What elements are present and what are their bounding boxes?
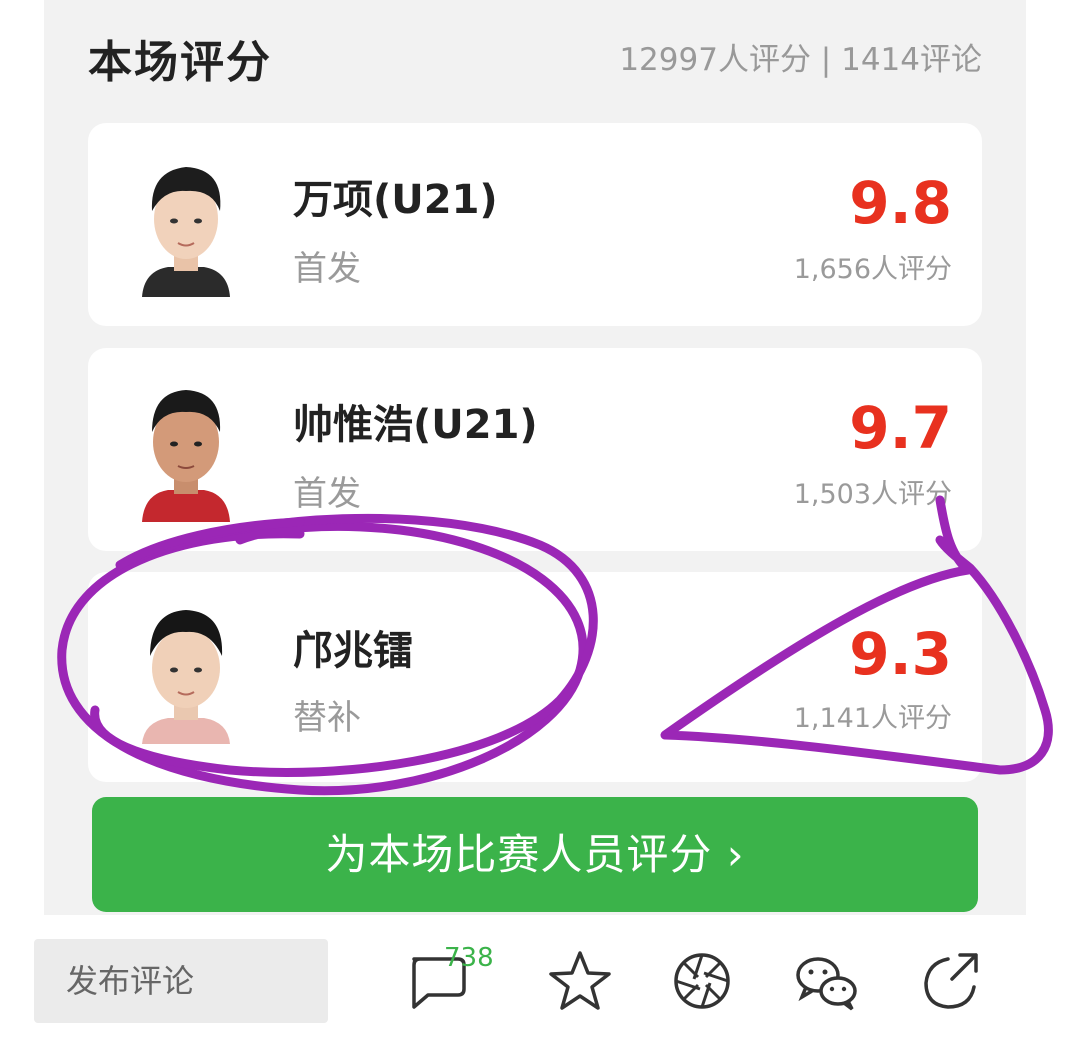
section-title: 本场评分 — [88, 37, 272, 88]
wechat-icon[interactable] — [790, 945, 862, 1017]
player-name: 邝兆镭 — [293, 628, 413, 674]
player-avatar — [138, 151, 234, 297]
moments-icon[interactable] — [666, 945, 738, 1017]
share-icon[interactable] — [914, 945, 986, 1017]
star-icon[interactable] — [544, 945, 616, 1017]
player-card[interactable]: 帅惟浩(U21) 首发 9.7 1,503人评分 — [88, 348, 982, 551]
player-role: 首发 — [293, 474, 361, 514]
rating-stats: 12997人评分 | 1414评论 — [619, 42, 982, 78]
player-score: 9.7 — [849, 394, 952, 462]
player-score: 9.3 — [849, 620, 952, 688]
player-score: 9.8 — [849, 169, 952, 237]
player-rating-count: 1,656人评分 — [793, 254, 952, 285]
player-avatar — [138, 376, 234, 522]
rate-players-button[interactable]: 为本场比赛人员评分 › — [92, 797, 978, 912]
comment-input[interactable]: 发布评论 — [34, 939, 328, 1023]
player-rating-count: 1,141人评分 — [793, 703, 952, 734]
player-role: 替补 — [293, 698, 361, 738]
comment-count-badge: 738 — [444, 943, 494, 973]
player-role: 首发 — [293, 249, 361, 289]
player-avatar — [138, 598, 234, 744]
player-rating-count: 1,503人评分 — [793, 479, 952, 510]
player-card[interactable]: 邝兆镭 替补 9.3 1,141人评分 — [88, 572, 982, 782]
player-card[interactable]: 万项(U21) 首发 9.8 1,656人评分 — [88, 123, 982, 326]
player-name: 万项(U21) — [293, 177, 498, 223]
page: 本场评分 12997人评分 | 1414评论 万项(U21) 首发 9.8 1,… — [0, 0, 1068, 1052]
player-name: 帅惟浩(U21) — [293, 402, 538, 448]
